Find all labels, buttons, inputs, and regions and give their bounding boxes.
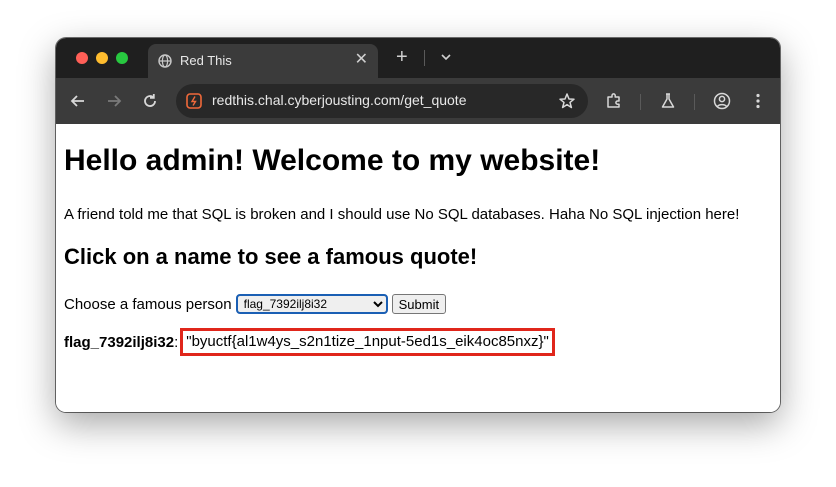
browser-toolbar: redthis.chal.cyberjousting.com/get_quote — [56, 78, 780, 124]
new-tab-button[interactable]: + — [396, 46, 408, 68]
quote-form: Choose a famous person flag_7392ilj8i32 … — [64, 294, 447, 314]
person-select[interactable]: flag_7392ilj8i32 — [235, 294, 388, 314]
url-text[interactable]: redthis.chal.cyberjousting.com/get_quote — [212, 92, 466, 108]
page-title: Hello admin! Welcome to my website! — [64, 144, 601, 177]
labs-flask-icon[interactable] — [658, 91, 678, 111]
bookmark-star-icon[interactable] — [558, 92, 576, 110]
quote-result: flag_7392ilj8i32: "byuctf{al1w4ys_s2n1ti… — [64, 328, 555, 356]
browser-window: Red This ✕ + redthis.chal.cyberjousting.… — [56, 38, 780, 412]
section-heading: Click on a name to see a famous quote! — [64, 244, 478, 269]
extensions-puzzle-icon[interactable] — [604, 91, 624, 111]
toolbar-divider — [640, 94, 641, 110]
toolbar-divider — [694, 94, 695, 110]
submit-button[interactable]: Submit — [391, 294, 447, 314]
tab-strip: Red This ✕ + — [56, 38, 780, 78]
reload-icon[interactable] — [140, 91, 160, 111]
tab-red-this[interactable]: Red This ✕ — [148, 44, 378, 78]
chevron-down-icon[interactable] — [439, 50, 453, 64]
forward-arrow-icon[interactable] — [104, 91, 124, 111]
result-separator: : — [174, 333, 179, 351]
close-window-button[interactable] — [76, 52, 88, 64]
close-tab-icon[interactable]: ✕ — [355, 51, 368, 69]
site-favicon-icon — [186, 93, 202, 109]
tab-divider — [424, 50, 425, 66]
result-person-name: flag_7392ilj8i32 — [64, 333, 175, 351]
zoom-window-button[interactable] — [116, 52, 128, 64]
page-content: Hello admin! Welcome to my website! A fr… — [56, 124, 780, 412]
intro-text: A friend told me that SQL is broken and … — [64, 206, 740, 223]
person-select-label: Choose a famous person — [64, 295, 232, 313]
minimize-window-button[interactable] — [96, 52, 108, 64]
tab-title: Red This — [180, 53, 232, 68]
highlighted-quote: "byuctf{al1w4ys_s2n1tize_1nput-5ed1s_eik… — [180, 328, 555, 356]
back-arrow-icon[interactable] — [68, 91, 88, 111]
globe-icon — [158, 54, 172, 68]
more-options-icon[interactable] — [748, 91, 768, 111]
profile-avatar-icon[interactable] — [712, 91, 732, 111]
address-bar[interactable]: redthis.chal.cyberjousting.com/get_quote — [176, 84, 588, 118]
